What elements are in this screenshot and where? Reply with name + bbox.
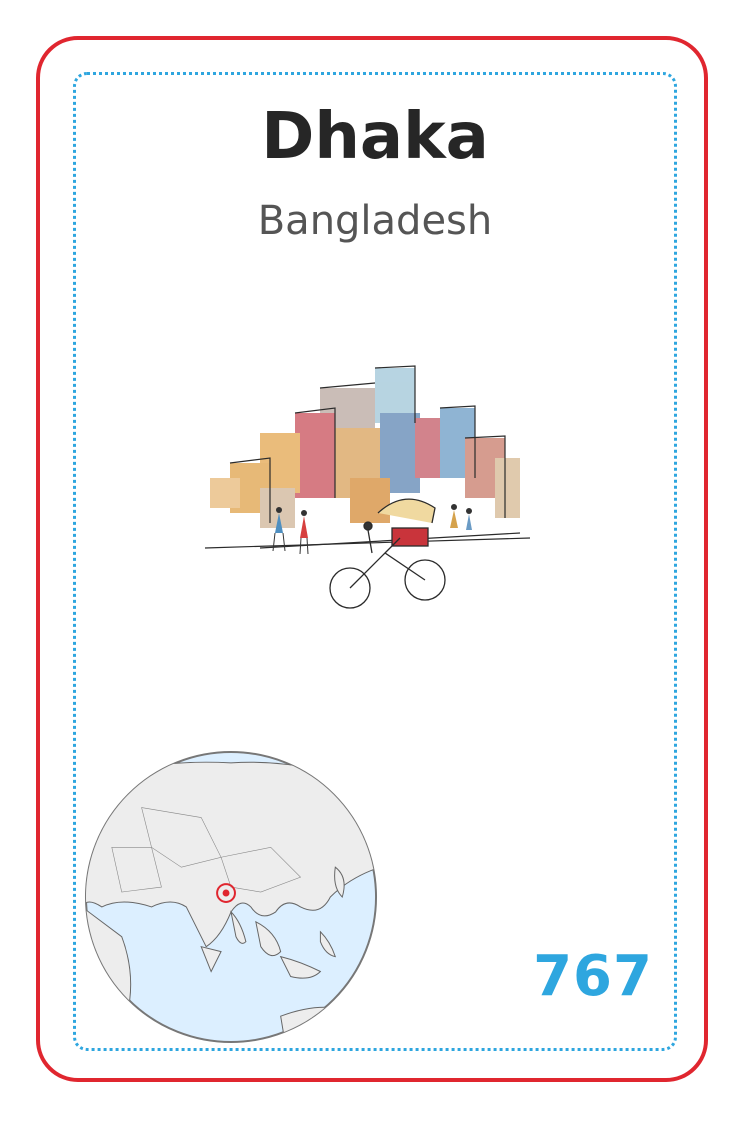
city-street-illustration xyxy=(204,365,531,609)
location-globe xyxy=(84,750,378,1044)
country-name: Bangladesh xyxy=(257,198,493,244)
city-name: Dhaka xyxy=(261,100,489,174)
card-number: 767 xyxy=(533,944,653,1009)
